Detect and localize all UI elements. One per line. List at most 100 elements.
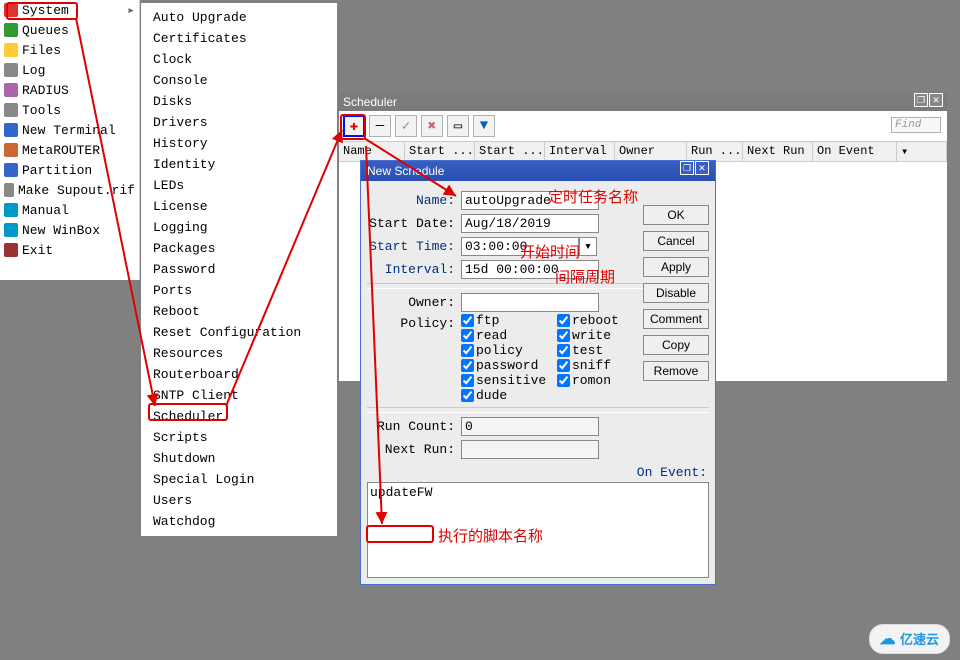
column-header[interactable]: Owner <box>615 142 687 161</box>
submenu-item-logging[interactable]: Logging <box>141 217 337 238</box>
policy-test-checkbox[interactable] <box>557 344 570 357</box>
submenu-item-leds[interactable]: LEDs <box>141 175 337 196</box>
submenu-item-clock[interactable]: Clock <box>141 49 337 70</box>
menu-item-exit[interactable]: Exit <box>0 240 139 260</box>
menu-item-radius[interactable]: RADIUS <box>0 80 139 100</box>
remove-dialog-button[interactable]: Remove <box>643 361 709 381</box>
submenu-item-reboot[interactable]: Reboot <box>141 301 337 322</box>
menu-item-partition[interactable]: Partition <box>0 160 139 180</box>
submenu-item-reset-configuration[interactable]: Reset Configuration <box>141 322 337 343</box>
column-header[interactable]: On Event <box>813 142 897 161</box>
policy-read-checkbox[interactable] <box>461 329 474 342</box>
disable-button[interactable]: ✖ <box>421 115 443 137</box>
submenu-item-license[interactable]: License <box>141 196 337 217</box>
submenu-item-packages[interactable]: Packages <box>141 238 337 259</box>
filter-button[interactable]: ▼ <box>473 115 495 137</box>
remove-button[interactable]: — <box>369 115 391 137</box>
policy-reboot[interactable]: reboot <box>557 313 653 328</box>
submenu-item-auto-upgrade[interactable]: Auto Upgrade <box>141 7 337 28</box>
menu-item-new-winbox[interactable]: New WinBox <box>0 220 139 240</box>
next-run-output <box>461 440 599 459</box>
policy-sensitive[interactable]: sensitive <box>461 373 557 388</box>
policy-label: Policy: <box>367 316 455 331</box>
submenu-item-resources[interactable]: Resources <box>141 343 337 364</box>
start-date-input[interactable] <box>461 214 599 233</box>
menu-item-manual[interactable]: Manual <box>0 200 139 220</box>
disable-dialog-button[interactable]: Disable <box>643 283 709 303</box>
column-header[interactable]: Start ... <box>405 142 475 161</box>
annotation-script-name: 执行的脚本名称 <box>438 525 543 546</box>
supout-icon <box>4 183 14 197</box>
menu-item-log[interactable]: Log <box>0 60 139 80</box>
find-input[interactable]: Find <box>891 117 941 133</box>
submenu-item-watchdog[interactable]: Watchdog <box>141 511 337 532</box>
submenu-item-console[interactable]: Console <box>141 70 337 91</box>
menu-label: RADIUS <box>22 83 69 98</box>
help-icon <box>4 203 18 217</box>
policy-test[interactable]: test <box>557 343 653 358</box>
scheduler-titlebar: Scheduler ❐ ✕ <box>339 93 947 111</box>
policy-sniff-checkbox[interactable] <box>557 359 570 372</box>
policy-romon-checkbox[interactable] <box>557 374 570 387</box>
menu-item-files[interactable]: Files <box>0 40 139 60</box>
policy-policy[interactable]: policy <box>461 343 557 358</box>
menu-item-queues[interactable]: Queues <box>0 20 139 40</box>
column-header[interactable]: Name <box>339 142 405 161</box>
enable-button[interactable]: ✓ <box>395 115 417 137</box>
policy-ftp[interactable]: ftp <box>461 313 557 328</box>
restore-icon[interactable]: ❐ <box>914 93 928 107</box>
ok-button[interactable]: OK <box>643 205 709 225</box>
submenu-item-disks[interactable]: Disks <box>141 91 337 112</box>
menu-item-make-supout-rif[interactable]: Make Supout.rif <box>0 180 139 200</box>
policy-dude-checkbox[interactable] <box>461 389 474 402</box>
submenu-item-identity[interactable]: Identity <box>141 154 337 175</box>
column-expand[interactable]: ▾ <box>897 142 947 161</box>
policy-sniff[interactable]: sniff <box>557 358 653 373</box>
start-time-label: Start Time: <box>367 239 455 254</box>
next-run-label: Next Run: <box>367 442 455 457</box>
submenu-item-shutdown[interactable]: Shutdown <box>141 448 337 469</box>
apply-button[interactable]: Apply <box>643 257 709 277</box>
policy-sensitive-checkbox[interactable] <box>461 374 474 387</box>
submenu-item-certificates[interactable]: Certificates <box>141 28 337 49</box>
policy-password[interactable]: password <box>461 358 557 373</box>
policy-write-label: write <box>572 328 611 343</box>
submenu-item-ports[interactable]: Ports <box>141 280 337 301</box>
submenu-item-scripts[interactable]: Scripts <box>141 427 337 448</box>
start-time-dropdown[interactable]: ▾ <box>579 237 597 256</box>
submenu-item-special-login[interactable]: Special Login <box>141 469 337 490</box>
policy-write[interactable]: write <box>557 328 653 343</box>
column-header[interactable]: Next Run <box>743 142 813 161</box>
cancel-button[interactable]: Cancel <box>643 231 709 251</box>
chevron-right-icon: ▸ <box>127 3 135 18</box>
submenu-item-users[interactable]: Users <box>141 490 337 511</box>
menu-item-metarouter[interactable]: MetaROUTER <box>0 140 139 160</box>
submenu-item-routerboard[interactable]: Routerboard <box>141 364 337 385</box>
highlight-script <box>366 525 434 543</box>
policy-ftp-checkbox[interactable] <box>461 314 474 327</box>
column-header[interactable]: Run ... <box>687 142 743 161</box>
close-icon[interactable]: ✕ <box>695 161 709 175</box>
comment-button[interactable]: ▭ <box>447 115 469 137</box>
menu-item-new-terminal[interactable]: New Terminal <box>0 120 139 140</box>
policy-read[interactable]: read <box>461 328 557 343</box>
submenu-item-history[interactable]: History <box>141 133 337 154</box>
owner-input[interactable] <box>461 293 599 312</box>
policy-policy-checkbox[interactable] <box>461 344 474 357</box>
close-icon[interactable]: ✕ <box>929 93 943 107</box>
column-header[interactable]: Interval <box>545 142 615 161</box>
restore-icon[interactable]: ❐ <box>680 161 694 175</box>
copy-button[interactable]: Copy <box>643 335 709 355</box>
policy-dude[interactable]: dude <box>461 388 557 403</box>
column-header[interactable]: Start ... <box>475 142 545 161</box>
submenu-item-drivers[interactable]: Drivers <box>141 112 337 133</box>
submenu-item-password[interactable]: Password <box>141 259 337 280</box>
menu-item-tools[interactable]: Tools <box>0 100 139 120</box>
grid-header: NameStart ...Start ...IntervalOwnerRun .… <box>339 142 947 162</box>
policy-romon[interactable]: romon <box>557 373 653 388</box>
comment-dialog-button[interactable]: Comment <box>643 309 709 329</box>
interval-label: Interval: <box>367 262 455 277</box>
policy-reboot-checkbox[interactable] <box>557 314 570 327</box>
policy-write-checkbox[interactable] <box>557 329 570 342</box>
policy-password-checkbox[interactable] <box>461 359 474 372</box>
